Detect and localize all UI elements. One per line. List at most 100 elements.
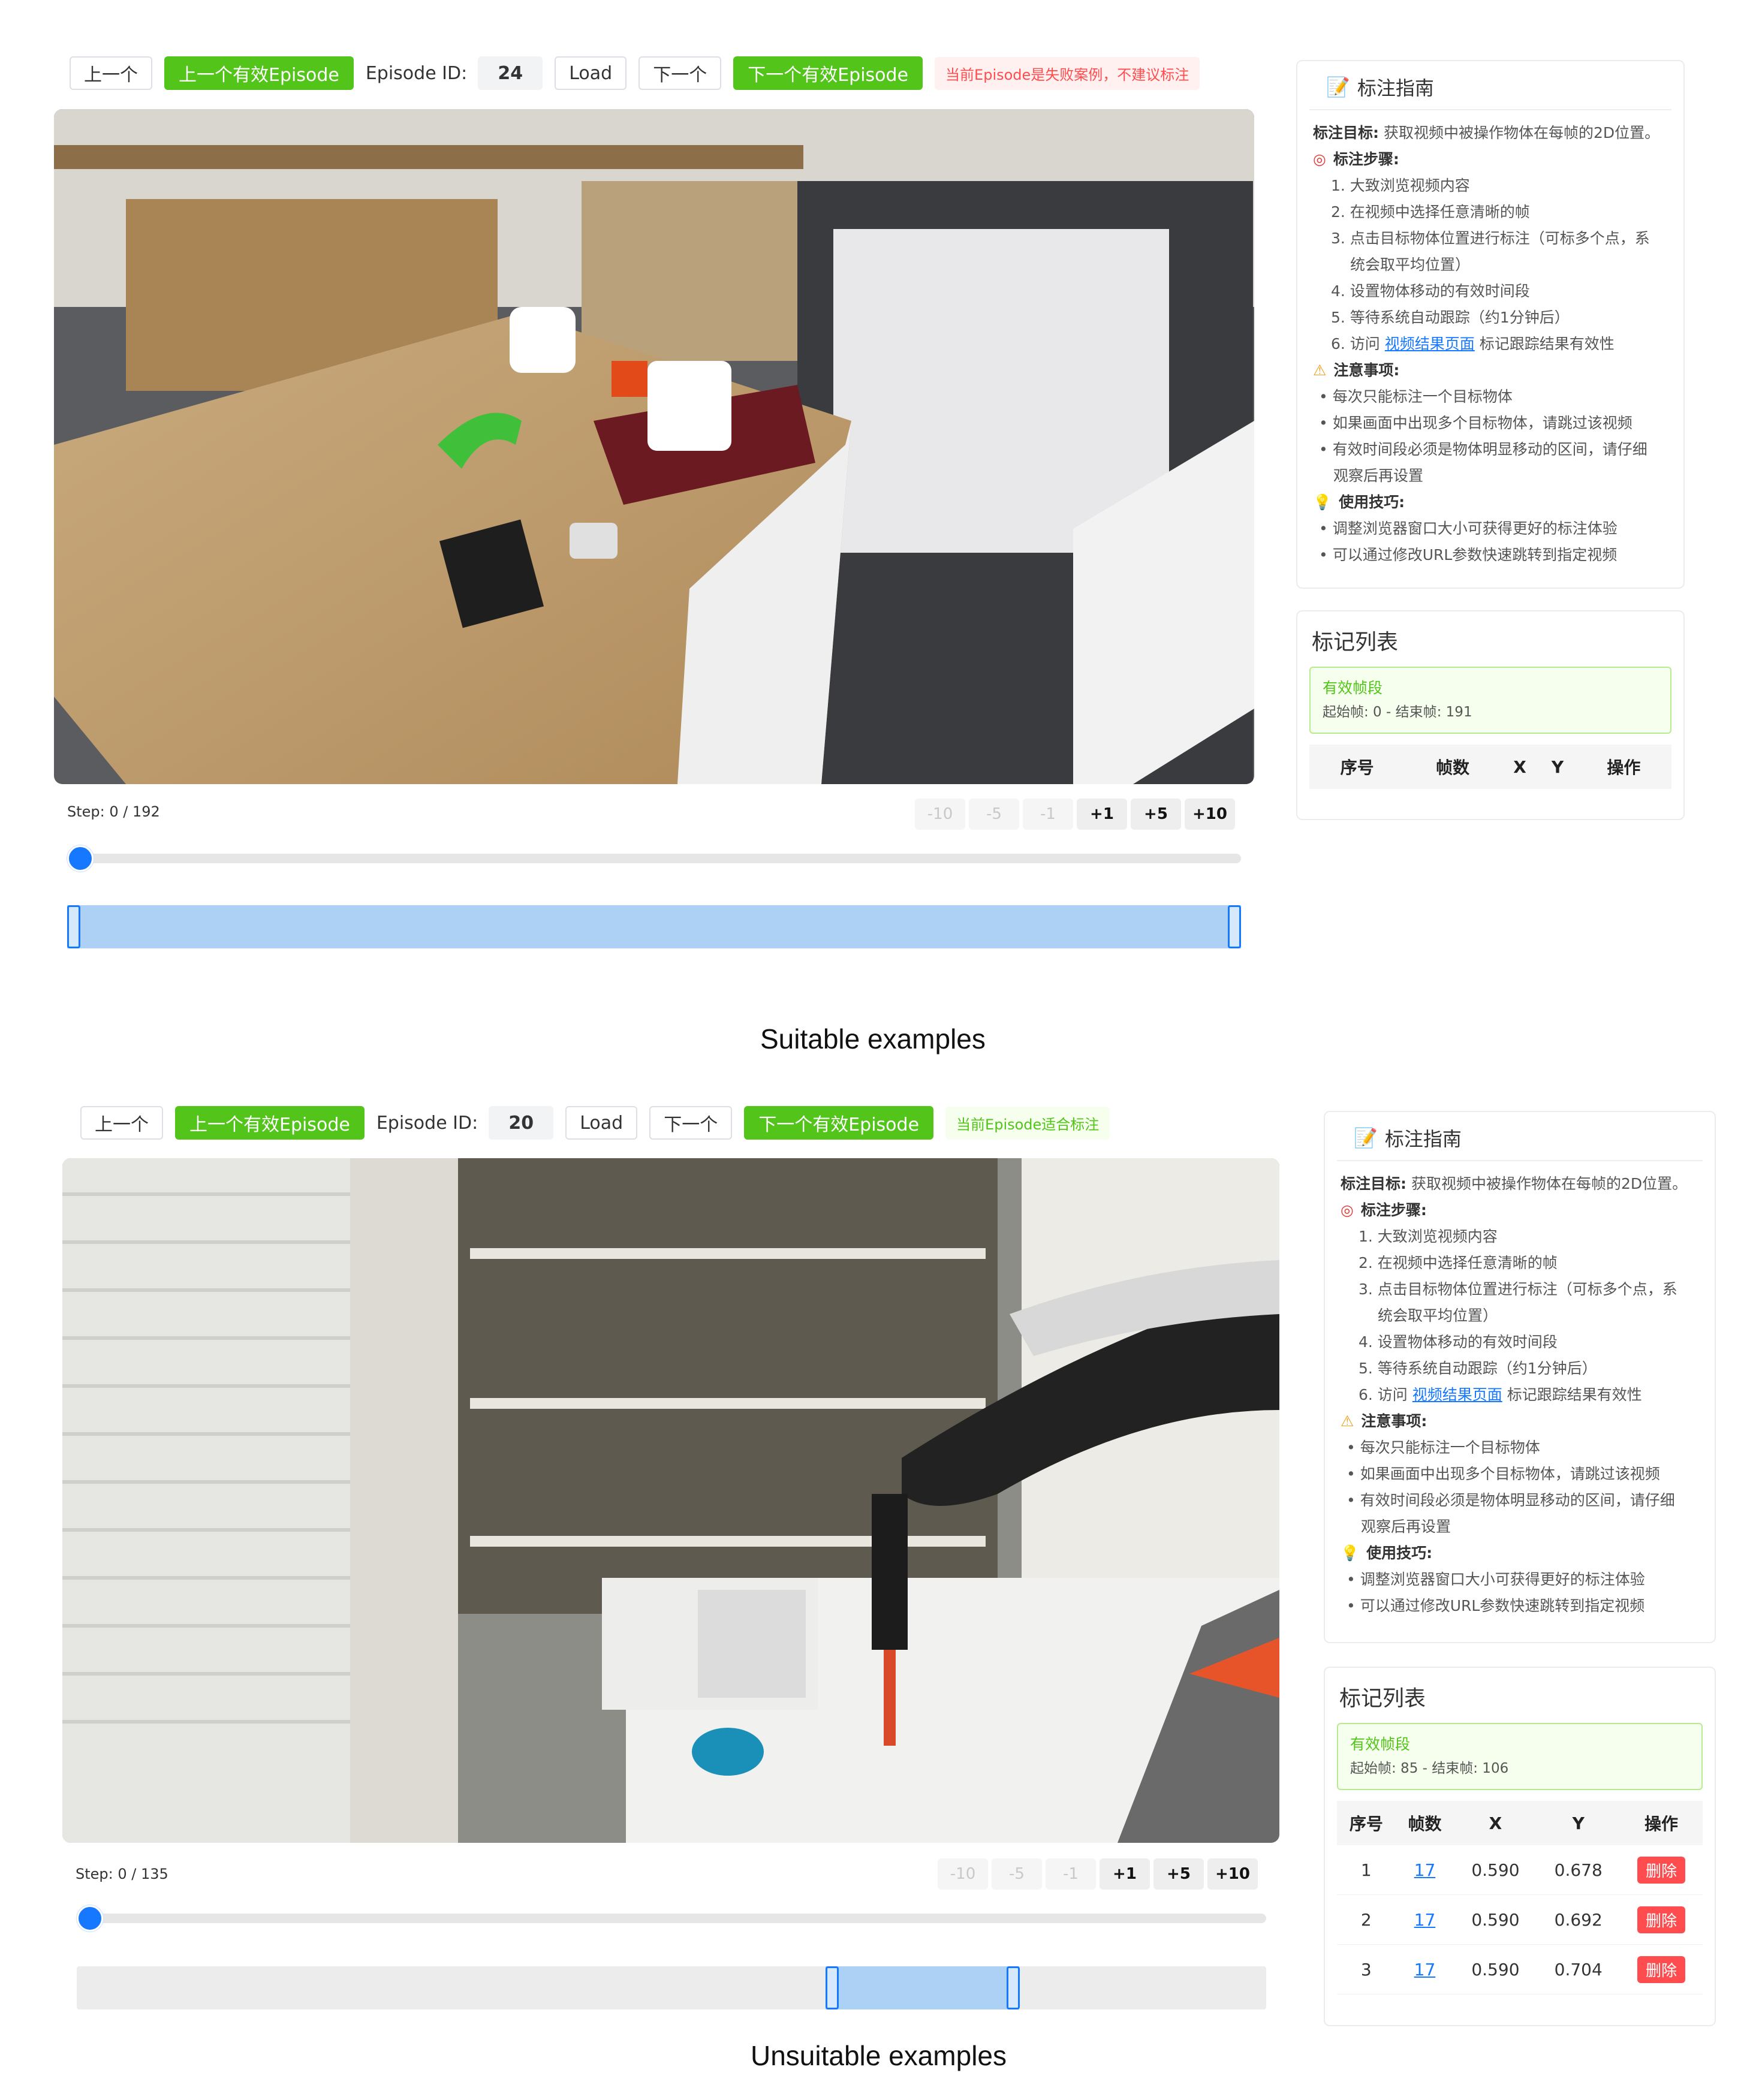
prev-valid-button[interactable]: 上一个有效Episode <box>175 1106 365 1140</box>
video-results-link[interactable]: 视频结果页面 <box>1385 335 1475 352</box>
frame-slider-track[interactable] <box>67 854 1241 863</box>
valid-range-title: 有效帧段 <box>1350 1736 1411 1753</box>
frame-slider-track[interactable] <box>77 1914 1266 1923</box>
memo-icon: 📝 <box>1354 1126 1378 1149</box>
guide-steps-label: ◎ 标注步骤: <box>1313 146 1668 173</box>
bottom-toolbar: 上一个 上一个有效Episode Episode ID: 20 Load 下一个… <box>80 1106 1110 1140</box>
marks-list-title: 标记列表 <box>1312 630 1399 655</box>
step-buttons: -10 -5 -1 +1 +5 +10 <box>911 799 1235 830</box>
episode-status-notice: 当前Episode是失败案例，不建议标注 <box>935 56 1200 90</box>
guide-goal: 标注目标: 获取视频中被操作物体在每帧的2D位置。 <box>1341 1175 1688 1192</box>
video-player[interactable] <box>54 109 1254 784</box>
guide-step: 2. 在视频中选择任意清晰的帧 <box>1331 203 1530 221</box>
valid-range-track[interactable] <box>77 1966 1266 2009</box>
annotation-guide-panel[interactable]: 📝 标注指南 标注目标: 获取视频中被操作物体在每帧的2D位置。 ◎ 标注步骤: 1… <box>1296 60 1685 589</box>
guide-note: • 有效时间段必须是物体明显移动的区间，请仔细 <box>1319 441 1647 458</box>
next-valid-button[interactable]: 下一个有效Episode <box>733 56 923 90</box>
step-counter: Step: 0 / 135 <box>76 1866 168 1882</box>
delete-button[interactable]: 删除 <box>1637 1956 1685 1983</box>
step-minus-10-button[interactable]: -10 <box>915 799 965 830</box>
prev-button[interactable]: 上一个 <box>70 56 152 90</box>
caption-suitable: Suitable examples <box>760 1023 986 1054</box>
next-button[interactable]: 下一个 <box>649 1106 733 1140</box>
next-valid-button[interactable]: 下一个有效Episode <box>744 1106 934 1140</box>
guide-note: • 如果画面中出现多个目标物体，请跳过该视频 <box>1319 414 1633 432</box>
video-player[interactable] <box>62 1158 1279 1843</box>
step-counter: Step: 0 / 192 <box>67 803 160 820</box>
episode-status-notice: 当前Episode适合标注 <box>945 1106 1110 1140</box>
prev-button[interactable]: 上一个 <box>80 1106 163 1140</box>
valid-range-end-handle[interactable] <box>1006 1966 1020 2009</box>
col-action: 操作 <box>1576 745 1671 789</box>
guide-step: 3. 点击目标物体位置进行标注（可标多个点，系 <box>1331 230 1650 247</box>
prev-valid-button[interactable]: 上一个有效Episode <box>164 56 354 90</box>
frame-link[interactable]: 17 <box>1414 1960 1436 1980</box>
delete-button[interactable]: 删除 <box>1637 1906 1685 1933</box>
valid-range-start-handle[interactable] <box>67 905 80 948</box>
target-icon: ◎ <box>1341 1201 1354 1219</box>
valid-range-selection[interactable] <box>826 1966 1020 2009</box>
video-results-link[interactable]: 视频结果页面 <box>1412 1386 1502 1403</box>
table-row: 1 17 0.590 0.678 删除 <box>1337 1845 1703 1895</box>
step-minus-5-button[interactable]: -5 <box>969 799 1019 830</box>
guide-tip: • 调整浏览器窗口大小可获得更好的标注体验 <box>1347 1571 1645 1588</box>
episode-id-input[interactable]: 20 <box>489 1106 554 1140</box>
episode-id-label: Episode ID: <box>376 1112 478 1134</box>
marks-list-panel: 标记列表 有效帧段 起始帧: 85 - 结束帧: 106 序号 帧数 X Y 操… <box>1324 1667 1716 2026</box>
step-plus-10-button[interactable]: +10 <box>1207 1858 1258 1890</box>
step-minus-1-button[interactable]: -1 <box>1023 799 1073 830</box>
step-plus-5-button[interactable]: +5 <box>1153 1858 1204 1890</box>
guide-note: 观察后再设置 <box>1361 1518 1451 1535</box>
target-icon: ◎ <box>1313 150 1326 168</box>
annotation-guide-panel[interactable]: 📝 标注指南 标注目标: 获取视频中被操作物体在每帧的2D位置。 ◎ 标注步骤: 1… <box>1324 1111 1716 1643</box>
guide-step: 5. 等待系统自动跟踪（约1分钟后） <box>1359 1360 1597 1377</box>
guide-tip: • 调整浏览器窗口大小可获得更好的标注体验 <box>1319 520 1618 537</box>
memo-icon: 📝 <box>1326 76 1350 98</box>
lightbulb-icon: 💡 <box>1313 493 1332 511</box>
episode-id-input[interactable]: 24 <box>478 56 543 90</box>
guide-title: 📝 标注指南 <box>1337 1112 1703 1161</box>
col-y: Y <box>1539 745 1576 789</box>
guide-step: 3. 点击目标物体位置进行标注（可标多个点，系 <box>1359 1281 1677 1298</box>
valid-range-end-handle[interactable] <box>1228 905 1241 948</box>
guide-step: 4. 设置物体移动的有效时间段 <box>1359 1333 1558 1351</box>
marks-list-panel: 标记列表 有效帧段 起始帧: 0 - 结束帧: 191 序号 帧数 X Y 操作 <box>1296 610 1685 820</box>
step-minus-10-button[interactable]: -10 <box>938 1858 988 1890</box>
table-row: 3 17 0.590 0.704 删除 <box>1337 1944 1703 1994</box>
step-minus-5-button[interactable]: -5 <box>992 1858 1042 1890</box>
guide-title: 📝 标注指南 <box>1309 61 1671 110</box>
guide-step: 1. 大致浏览视频内容 <box>1359 1228 1498 1245</box>
load-button[interactable]: Load <box>555 56 627 90</box>
guide-step: 6. 访问 视频结果页面 标记跟踪结果有效性 <box>1359 1386 1642 1403</box>
step-plus-5-button[interactable]: +5 <box>1131 799 1181 830</box>
step-plus-1-button[interactable]: +1 <box>1077 799 1127 830</box>
guide-note: • 每次只能标注一个目标物体 <box>1319 388 1513 405</box>
col-frame: 帧数 <box>1395 1801 1454 1845</box>
delete-button[interactable]: 删除 <box>1637 1856 1685 1884</box>
frame-slider-thumb[interactable] <box>77 1905 103 1932</box>
valid-range-text: 起始帧: 85 - 结束帧: 106 <box>1350 1761 1509 1776</box>
frame-link[interactable]: 17 <box>1414 1860 1436 1880</box>
col-x: X <box>1454 1801 1537 1845</box>
load-button[interactable]: Load <box>565 1106 638 1140</box>
step-plus-10-button[interactable]: +10 <box>1185 799 1235 830</box>
warning-icon: ⚠ <box>1341 1412 1354 1430</box>
step-plus-1-button[interactable]: +1 <box>1100 1858 1150 1890</box>
col-y: Y <box>1537 1801 1620 1845</box>
guide-note: 观察后再设置 <box>1333 467 1424 484</box>
caption-unsuitable: Unsuitable examples <box>751 2040 1007 2071</box>
guide-tips-label: 💡 使用技巧: <box>1313 489 1668 516</box>
video-frame-kitchen-counter <box>54 109 1254 784</box>
warning-icon: ⚠ <box>1313 361 1327 379</box>
frame-slider-thumb[interactable] <box>67 845 94 872</box>
valid-range-box: 有效帧段 起始帧: 0 - 结束帧: 191 <box>1309 667 1671 734</box>
next-button[interactable]: 下一个 <box>638 56 722 90</box>
guide-tip: • 可以通过修改URL参数快速跳转到指定视频 <box>1319 546 1618 564</box>
valid-range-selection[interactable] <box>67 905 1241 948</box>
step-minus-1-button[interactable]: -1 <box>1046 1858 1096 1890</box>
valid-range-start-handle[interactable] <box>826 1966 839 2009</box>
marks-list-title: 标记列表 <box>1339 1686 1426 1711</box>
frame-link[interactable]: 17 <box>1414 1910 1436 1930</box>
guide-notes-label: ⚠ 注意事项: <box>1341 1408 1699 1435</box>
guide-tips-label: 💡 使用技巧: <box>1341 1540 1699 1566</box>
